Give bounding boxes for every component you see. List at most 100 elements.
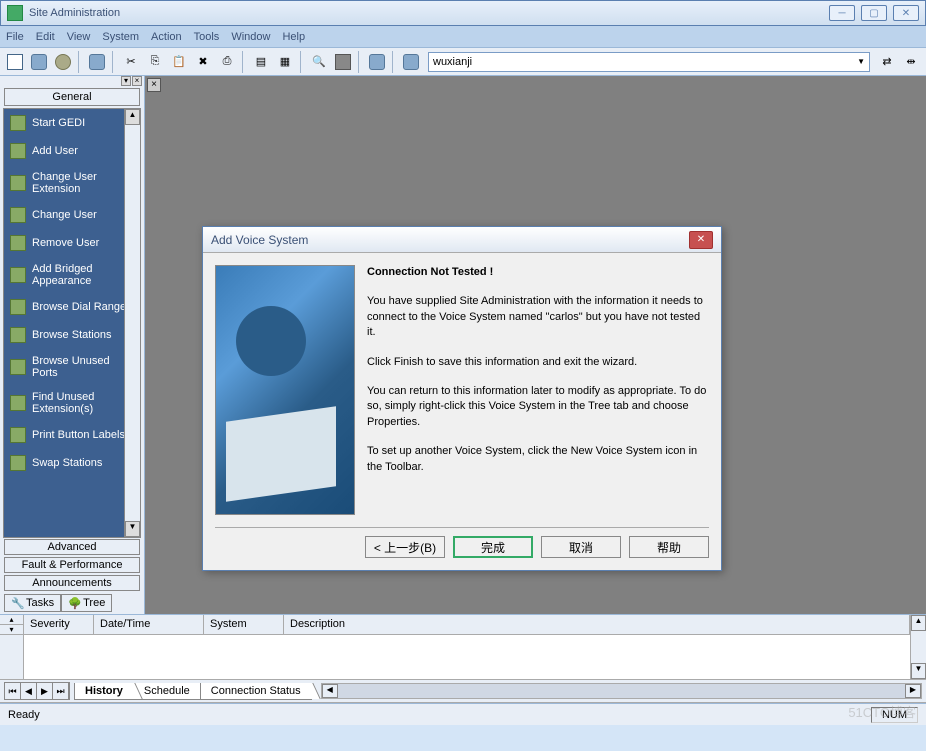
tb-delete-icon[interactable]: ✖ bbox=[192, 51, 214, 73]
sidebar-item-print-labels[interactable]: Print Button Labels bbox=[4, 421, 140, 449]
wizard-image bbox=[215, 265, 355, 515]
menu-tools[interactable]: Tools bbox=[194, 31, 220, 43]
tb-print-icon[interactable] bbox=[332, 51, 354, 73]
tb-paste-icon[interactable]: 📋 bbox=[168, 51, 190, 73]
help-button[interactable]: 帮助 bbox=[629, 536, 709, 558]
scroll-up-icon[interactable]: ▲ bbox=[911, 615, 926, 631]
tab-connection-status[interactable]: Connection Status bbox=[200, 683, 312, 700]
dialog-p3: You can return to this information later… bbox=[367, 384, 709, 430]
tab-schedule[interactable]: Schedule bbox=[133, 683, 201, 700]
sidebar-tab-tasks[interactable]: 🔧Tasks bbox=[4, 594, 61, 612]
tb-find-icon[interactable]: 🔍 bbox=[308, 51, 330, 73]
finish-button[interactable]: 完成 bbox=[453, 536, 533, 558]
tb-grid-icon[interactable]: ▦ bbox=[274, 51, 296, 73]
scroll-right-icon[interactable]: ▶ bbox=[905, 684, 921, 698]
scroll-left-icon[interactable]: ◀ bbox=[322, 684, 338, 698]
minimize-button[interactable]: ─ bbox=[829, 5, 855, 21]
tb-save-icon[interactable] bbox=[52, 51, 74, 73]
tree-icon: 🌳 bbox=[68, 597, 80, 609]
scroll-down-icon[interactable]: ▼ bbox=[911, 663, 926, 679]
sidebar-item-change-user[interactable]: Change User bbox=[4, 201, 140, 229]
window-title: Site Administration bbox=[29, 7, 829, 19]
sidebar-item-start-gedi[interactable]: Start GEDI bbox=[4, 109, 140, 137]
bridge-icon bbox=[10, 267, 26, 283]
dialog-close-button[interactable]: ✕ bbox=[689, 231, 713, 249]
tb-disconnect-icon[interactable]: ⇹ bbox=[900, 51, 922, 73]
tb-cut-icon[interactable]: ✂ bbox=[120, 51, 142, 73]
col-system[interactable]: System bbox=[204, 615, 284, 634]
tab-last-icon[interactable]: ⏭ bbox=[53, 683, 69, 699]
tb-connect-icon[interactable]: ⇄ bbox=[876, 51, 898, 73]
menu-file[interactable]: File bbox=[6, 31, 24, 43]
col-datetime[interactable]: Date/Time bbox=[94, 615, 204, 634]
tb-props-icon[interactable]: ⎙ bbox=[216, 51, 238, 73]
tb-copy-icon[interactable]: ⎘ bbox=[144, 51, 166, 73]
tb-new-icon[interactable] bbox=[4, 51, 26, 73]
maximize-button[interactable]: ▢ bbox=[861, 5, 887, 21]
grid-body bbox=[24, 635, 910, 679]
tb-open-icon[interactable] bbox=[28, 51, 50, 73]
dropdown-icon: ▼ bbox=[857, 57, 865, 66]
sidebar-header-general[interactable]: General bbox=[4, 88, 140, 106]
sidebar-min-icon[interactable]: ▾ bbox=[121, 76, 131, 86]
menu-edit[interactable]: Edit bbox=[36, 31, 55, 43]
event-grid: ▴ ▾ Severity Date/Time System Descriptio… bbox=[0, 614, 926, 679]
scroll-track[interactable] bbox=[125, 125, 140, 521]
sidebar-tab-tree[interactable]: 🌳Tree bbox=[61, 594, 112, 612]
menu-system[interactable]: System bbox=[102, 31, 139, 43]
tb-list-icon[interactable]: ▤ bbox=[250, 51, 272, 73]
sidebar-item-swap-stations[interactable]: Swap Stations bbox=[4, 449, 140, 477]
menubar: File Edit View System Action Tools Windo… bbox=[0, 26, 926, 48]
menu-help[interactable]: Help bbox=[282, 31, 305, 43]
dial-icon bbox=[10, 299, 26, 315]
dialog-p4: To set up another Voice System, click th… bbox=[367, 444, 709, 475]
back-button[interactable]: < 上一步(B) bbox=[365, 536, 445, 558]
sidebar: ▾ × General Start GEDI Add User Change U… bbox=[0, 76, 145, 614]
col-description[interactable]: Description bbox=[284, 615, 910, 634]
tab-next-icon[interactable]: ▶ bbox=[37, 683, 53, 699]
sidebar-scrollbar[interactable]: ▲ ▼ bbox=[124, 109, 140, 537]
toolbar: ✂ ⎘ 📋 ✖ ⎙ ▤ ▦ 🔍 wuxianji ▼ ⇄ ⇹ bbox=[0, 48, 926, 76]
menu-window[interactable]: Window bbox=[231, 31, 270, 43]
sidebar-item-browse-dial[interactable]: Browse Dial Ranges bbox=[4, 293, 140, 321]
grid-nav-up-icon[interactable]: ▴ bbox=[0, 615, 23, 625]
sidebar-close-icon[interactable]: × bbox=[132, 76, 142, 86]
tb-voice-icon[interactable] bbox=[366, 51, 388, 73]
grid-nav-down-icon[interactable]: ▾ bbox=[0, 625, 23, 635]
tab-prev-icon[interactable]: ◀ bbox=[21, 683, 37, 699]
scroll-up-icon[interactable]: ▲ bbox=[125, 109, 140, 125]
sidebar-cat-advanced[interactable]: Advanced bbox=[4, 539, 140, 555]
bottom-hscroll[interactable]: ◀ ▶ bbox=[321, 683, 922, 699]
tb-separator bbox=[358, 51, 362, 73]
add-voice-system-dialog: Add Voice System ✕ Connection Not Tested… bbox=[202, 226, 722, 571]
bottom-tabs: ⏮ ◀ ▶ ⏭ History Schedule Connection Stat… bbox=[0, 679, 926, 703]
tb-separator bbox=[392, 51, 396, 73]
sidebar-item-add-user[interactable]: Add User bbox=[4, 137, 140, 165]
sidebar-cat-fault[interactable]: Fault & Performance bbox=[4, 557, 140, 573]
user-ext-icon bbox=[10, 175, 26, 191]
grid-vscroll[interactable]: ▲ ▼ bbox=[910, 615, 926, 679]
cancel-button[interactable]: 取消 bbox=[541, 536, 621, 558]
system-combo[interactable]: wuxianji ▼ bbox=[428, 52, 870, 72]
sidebar-item-change-user-ext[interactable]: Change User Extension bbox=[4, 165, 140, 201]
sidebar-item-add-bridged[interactable]: Add Bridged Appearance bbox=[4, 257, 140, 293]
tb-system-icon[interactable] bbox=[400, 51, 422, 73]
statusbar: Ready NUM bbox=[0, 703, 926, 725]
grid-header: Severity Date/Time System Description bbox=[24, 615, 910, 635]
sidebar-item-browse-stations[interactable]: Browse Stations bbox=[4, 321, 140, 349]
sidebar-cat-announcements[interactable]: Announcements bbox=[4, 575, 140, 591]
menu-action[interactable]: Action bbox=[151, 31, 182, 43]
menu-view[interactable]: View bbox=[67, 31, 91, 43]
sidebar-item-find-ext[interactable]: Find Unused Extension(s) bbox=[4, 385, 140, 421]
tab-history[interactable]: History bbox=[74, 683, 134, 700]
mdi-close-icon[interactable]: × bbox=[147, 78, 161, 92]
dialog-p2: Click Finish to save this information an… bbox=[367, 355, 709, 370]
col-severity[interactable]: Severity bbox=[24, 615, 94, 634]
sidebar-item-browse-ports[interactable]: Browse Unused Ports bbox=[4, 349, 140, 385]
tab-first-icon[interactable]: ⏮ bbox=[5, 683, 21, 699]
tb-refresh-icon[interactable] bbox=[86, 51, 108, 73]
sidebar-item-remove-user[interactable]: Remove User bbox=[4, 229, 140, 257]
close-button[interactable]: ✕ bbox=[893, 5, 919, 21]
scroll-down-icon[interactable]: ▼ bbox=[125, 521, 140, 537]
dialog-text: Connection Not Tested ! You have supplie… bbox=[367, 265, 709, 515]
